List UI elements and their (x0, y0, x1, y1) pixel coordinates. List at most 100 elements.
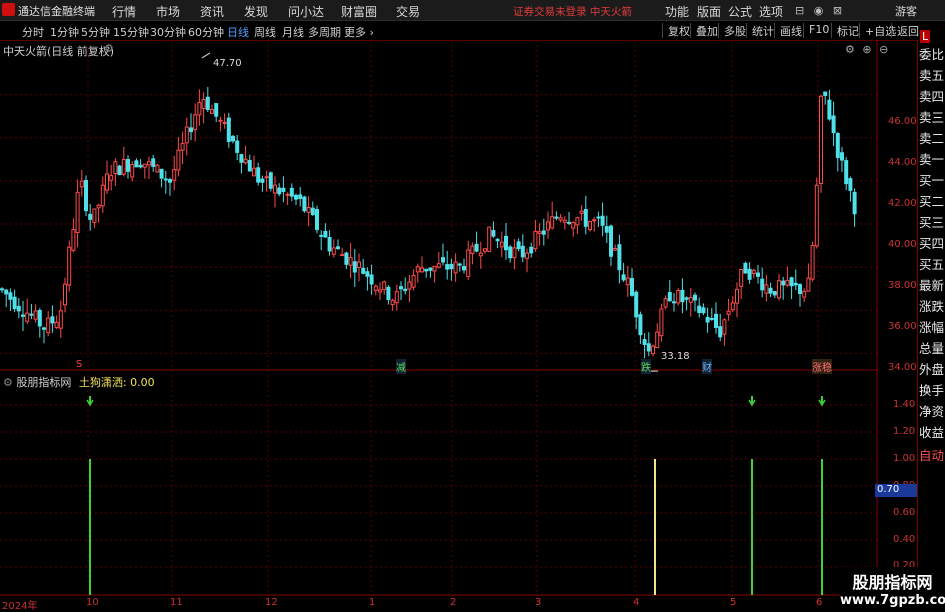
max-price-label: 47.70 (213, 58, 242, 69)
side-item[interactable]: 卖一 (919, 149, 945, 168)
side-item[interactable]: 买二 (919, 191, 945, 210)
side-item[interactable]: 涨跌 (919, 296, 945, 315)
period-15min[interactable]: 15分钟 (113, 24, 149, 40)
candle-body (667, 292, 672, 302)
toolbar-back[interactable]: 返回 (891, 23, 919, 38)
menu-ask[interactable]: 问小达 (288, 3, 324, 20)
chart-title: 中天火箭(日线 前复权) (3, 45, 115, 58)
toolbar-multi[interactable]: 多股 (718, 23, 746, 38)
side-item[interactable]: 净资 (919, 401, 945, 420)
candle-body (155, 164, 160, 173)
menu-news[interactable]: 资讯 (200, 3, 224, 20)
menu-wealth[interactable]: 财富圈 (341, 3, 377, 20)
time-tick: 3 (535, 597, 542, 608)
candle-body (147, 161, 151, 166)
side-item[interactable]: 收益 (919, 422, 945, 441)
menu-layout[interactable]: 版面 (697, 3, 721, 20)
period-daily[interactable]: 日线 (227, 24, 249, 40)
candle-body (462, 265, 466, 271)
chart-controls[interactable]: ⚙ ⊕ ⊖ (845, 43, 888, 56)
toolbar-stats[interactable]: 统计 (746, 23, 774, 38)
zoom-in-icon[interactable]: ⊕ (862, 43, 871, 56)
user-icon[interactable]: ◉ (814, 4, 824, 17)
event-label[interactable]: 财 (702, 359, 712, 374)
close-icon[interactable]: ⊠ (833, 4, 842, 17)
toolbar-adjust[interactable]: 复权 (662, 23, 690, 38)
menu-trade[interactable]: 交易 (396, 3, 420, 20)
side-item[interactable]: 委比 (919, 44, 945, 63)
guest-label[interactable]: 游客 (895, 3, 917, 19)
candle-body (428, 267, 433, 271)
side-item[interactable]: 最新 (919, 275, 945, 294)
side-mark[interactable]: L (920, 30, 931, 43)
window-controls[interactable]: ⊟ ◉ ⊠ (795, 4, 842, 17)
period-30min[interactable]: 30分钟 (150, 24, 186, 40)
side-item-auto[interactable]: 自动 (919, 445, 945, 464)
event-label[interactable]: 涨稳 (812, 359, 832, 374)
menu-market[interactable]: 市场 (156, 3, 180, 20)
event-label[interactable]: S (76, 359, 82, 370)
toolbar-mark[interactable]: 标记 (831, 23, 859, 38)
side-item[interactable]: 涨幅 (919, 317, 945, 336)
toolbar-overlay[interactable]: 叠加 (690, 23, 718, 38)
menu-discover[interactable]: 发现 (244, 3, 268, 20)
ind-tick: 0.60 (893, 507, 916, 518)
price-tick: 42.00 (888, 198, 917, 209)
indicator-header: ⚙ 股朋指标网 土狗潇洒: 0.00 (3, 374, 155, 390)
period-more[interactable]: 更多 › (344, 24, 374, 40)
period-multi[interactable]: 多周期 (308, 24, 341, 40)
period-weekly[interactable]: 周线 (254, 24, 276, 40)
candle-body (714, 313, 718, 328)
candle-body (4, 289, 9, 295)
candle-body (592, 219, 597, 222)
period-60min[interactable]: 60分钟 (188, 24, 224, 40)
side-item[interactable]: 买一 (919, 170, 945, 189)
candle-body (138, 164, 143, 168)
candle-body (718, 326, 723, 338)
candle-body (407, 281, 412, 290)
candle-body (684, 297, 689, 300)
side-item[interactable]: 卖三 (919, 107, 945, 126)
side-item[interactable]: 卖二 (919, 128, 945, 147)
period-monthly[interactable]: 月线 (282, 24, 304, 40)
restore-icon[interactable]: ⊟ (795, 4, 804, 17)
candle-body (130, 164, 135, 178)
side-item[interactable]: 卖五 (919, 65, 945, 84)
menu-formula[interactable]: 公式 (728, 3, 752, 20)
side-item[interactable]: 卖四 (919, 86, 945, 105)
candle-body (474, 243, 479, 252)
candle-body (88, 213, 93, 220)
indicator-settings-icon[interactable]: ⚙ (3, 376, 13, 389)
price-tick: 46.00 (888, 116, 917, 127)
menu-function[interactable]: 功能 (665, 3, 689, 20)
candle-body (827, 99, 832, 120)
candle-body (638, 314, 643, 336)
kline-chart[interactable] (0, 40, 878, 608)
candle-body (50, 316, 55, 324)
toolbar-f10[interactable]: F10 (803, 23, 829, 38)
side-item[interactable]: 换手 (919, 380, 945, 399)
side-item[interactable]: 买四 (919, 233, 945, 252)
settings-icon[interactable]: ⚙ (845, 43, 855, 56)
candle-body (550, 216, 555, 229)
time-tick: 10 (86, 597, 99, 608)
side-item[interactable]: 买五 (919, 254, 945, 273)
candle-body (75, 191, 80, 234)
event-label[interactable]: 跌 (641, 359, 651, 374)
side-item[interactable]: 买三 (919, 212, 945, 231)
menu-quotes[interactable]: 行情 (112, 3, 136, 20)
event-label[interactable]: 减 (396, 359, 406, 374)
toolbar-draw[interactable]: 画线 (774, 23, 802, 38)
menu-options[interactable]: 选项 (759, 3, 783, 20)
period-1min[interactable]: 1分钟 (50, 24, 79, 40)
candle-body (579, 210, 584, 214)
side-item[interactable]: 外盘 (919, 359, 945, 378)
period-tick[interactable]: 分时 (22, 24, 44, 40)
candle-body (457, 263, 462, 266)
side-item[interactable]: 总量 (919, 338, 945, 357)
zoom-out-icon[interactable]: ⊖ (879, 43, 888, 56)
period-5min[interactable]: 5分钟 (81, 24, 110, 40)
chart-settings-icon[interactable]: ⚙ (104, 42, 114, 55)
indicator-title[interactable]: 股朋指标网 (16, 376, 71, 389)
candle-body (445, 264, 450, 270)
